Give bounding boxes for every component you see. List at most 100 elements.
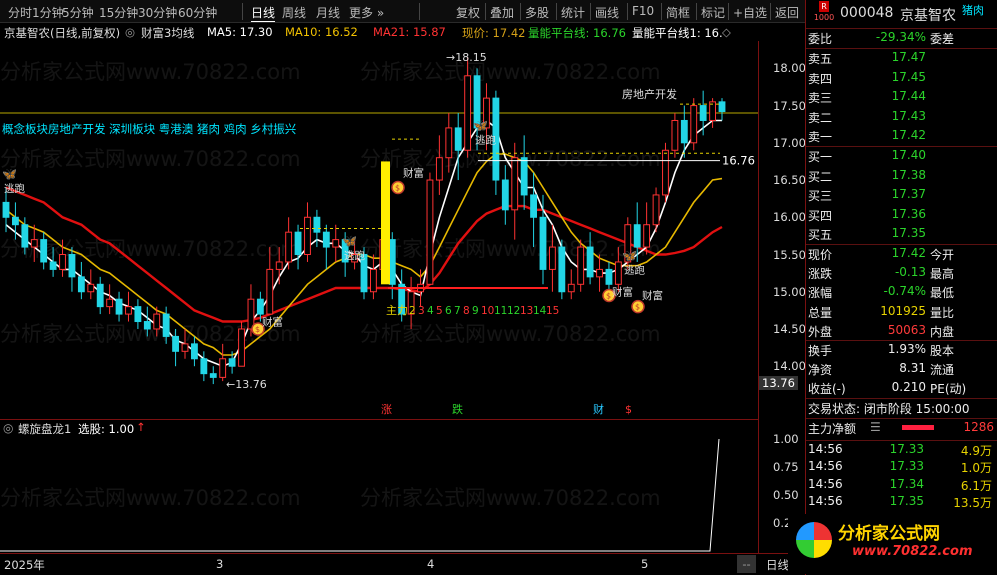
stat-row-cell: 1.93%	[887, 342, 926, 356]
bid-row-cell: 买一	[808, 150, 833, 164]
order-ratio-row[interactable]: 委比 -29.34% 委差	[806, 28, 997, 47]
watermark-text: 分析家公式网www.70822.com	[360, 322, 661, 346]
ask-row[interactable]: 卖二 17.43	[806, 107, 997, 126]
price-tick: 14.50	[773, 321, 806, 336]
period-tab-9[interactable]: 更多 »	[349, 4, 384, 21]
count-label: 6	[445, 305, 452, 317]
period-tab-5[interactable]: 60分钟	[178, 4, 217, 21]
dollar-icon: $	[395, 183, 400, 192]
toolbar-separator	[520, 3, 521, 20]
candle-body	[304, 216, 311, 256]
toolbar-button-3[interactable]: 统计	[561, 4, 585, 21]
candle-body	[238, 328, 245, 367]
candle-body	[586, 246, 594, 278]
x-label-march: 3	[216, 557, 224, 571]
bid-row[interactable]: 买三 17.37	[806, 185, 997, 204]
toolbar-separator	[419, 3, 420, 20]
bid-row[interactable]: 买四 17.36	[806, 205, 997, 224]
count-label: 3	[418, 305, 425, 317]
candle-body	[530, 194, 537, 218]
tick-row[interactable]: 14:56 17.33 1.0万	[806, 457, 997, 476]
stat-row[interactable]: 换手 1.93% 股本	[806, 340, 997, 359]
tick-row-cell: 14:56	[808, 459, 843, 474]
period-tab-4[interactable]: 30分钟	[138, 4, 177, 21]
toolbar-button-0[interactable]: 复权	[456, 4, 480, 21]
sector-tag[interactable]: 猪肉	[962, 2, 984, 18]
toolbar-button-5[interactable]: F10	[632, 4, 654, 18]
period-tab-0[interactable]: 分时	[8, 4, 32, 21]
price-tick: 16.00	[773, 210, 806, 225]
stat-row[interactable]: 总量 101925 量比	[806, 302, 997, 321]
count-label: 10	[481, 305, 494, 317]
stock-title[interactable]: 京基智农(日线,前复权)	[4, 25, 120, 41]
candle-body	[501, 179, 509, 211]
bid-row[interactable]: 买一 17.40	[806, 146, 997, 165]
stat-row[interactable]: 现价 17.42 今开	[806, 244, 997, 263]
period-tab-7[interactable]: 周线	[282, 4, 306, 21]
dollar-icon: $	[255, 325, 260, 334]
period-tab-2[interactable]: 5分钟	[62, 4, 94, 21]
period-tab-1[interactable]: 1分钟	[32, 4, 64, 21]
toolbar-button-8[interactable]: +自选	[733, 4, 767, 21]
stat-row[interactable]: 涨幅 -0.74% 最低	[806, 282, 997, 301]
list-icon[interactable]: ☰	[870, 420, 881, 434]
bid-row-cell: 买四	[808, 208, 833, 223]
toolbar-button-4[interactable]: 画线	[595, 4, 619, 21]
price-tick: 14.00	[773, 359, 806, 374]
candlestick-chart[interactable]: 分析家公式网www.70822.com 分析家公式网www.70822.com 分析…	[0, 41, 758, 419]
candle-body	[426, 179, 434, 285]
period-tab-8[interactable]: 月线	[316, 4, 340, 21]
candle-body	[275, 261, 283, 270]
count-label: 4	[427, 305, 434, 317]
period-tab-3[interactable]: 15分钟	[99, 4, 138, 21]
lower-tick: 0.75	[773, 460, 799, 474]
stat-row[interactable]: 外盘 50063 内盘	[806, 321, 997, 340]
indicator-name[interactable]: 财富3均线	[141, 25, 194, 41]
tick-row[interactable]: 14:56 17.34 6.1万	[806, 475, 997, 494]
ask-row[interactable]: 卖五 17.47	[806, 48, 997, 67]
bid-row[interactable]: 买五 17.35	[806, 224, 997, 243]
stock-code: 000048	[840, 5, 894, 21]
ask-row[interactable]: 卖四 17.45	[806, 68, 997, 87]
toolbar-separator	[485, 3, 486, 20]
stat-row-cell: 内盘	[930, 324, 955, 339]
settings-icon[interactable]: ◎	[3, 421, 13, 435]
ask-row-cell: 17.43	[891, 108, 926, 123]
price-tick: 17.50	[773, 98, 806, 113]
fall-mark: 跌	[452, 402, 463, 416]
candle-body	[153, 313, 161, 330]
candle-body	[172, 335, 179, 352]
candle-body	[40, 239, 48, 263]
ask-row[interactable]: 卖一 17.42	[806, 126, 997, 145]
stat-row[interactable]: 涨跌 -0.13 最高	[806, 263, 997, 282]
toolbar-button-7[interactable]: 标记	[701, 4, 725, 21]
bid-row[interactable]: 买二 17.38	[806, 166, 997, 185]
netflow-row[interactable]: 主力净额 ☰ 1286	[806, 418, 997, 437]
tick-row[interactable]: 14:56 17.33 4.9万	[806, 440, 997, 459]
toolbar-button-1[interactable]: 叠加	[490, 4, 514, 21]
period-tab-6[interactable]: 日线	[251, 4, 276, 22]
toolbar-button-6[interactable]: 简框	[666, 4, 690, 21]
stat-row[interactable]: 收益(-) 0.210 PE(动)	[806, 378, 997, 397]
settings-icon[interactable]: ◎	[125, 25, 135, 39]
count-label: 14	[533, 305, 547, 317]
period-corner-label[interactable]: 日线	[766, 557, 789, 573]
price-tick: 18.00	[773, 61, 806, 76]
candle-body	[30, 239, 38, 248]
trade-state-row[interactable]: 交易状态: 闭市阶段 15:00:00	[806, 398, 997, 417]
toolbar-button-2[interactable]: 多股	[525, 4, 549, 21]
diamond-icon[interactable]: ◇	[722, 25, 731, 39]
stat-row-cell: 总量	[808, 305, 833, 320]
bid-row-cell: 买二	[808, 169, 833, 184]
stat-row-cell: 17.42	[891, 246, 926, 260]
tick-row-cell: 14:56	[808, 476, 843, 491]
scroll-left-button[interactable]: --	[737, 555, 756, 573]
toolbar-button-9[interactable]: 返回	[775, 4, 799, 21]
lower-indicator-chart[interactable]: 分析家公式网www.70822.com 分析家公式网www.70822.com	[0, 435, 758, 553]
butterfly-icon: 🦋	[2, 167, 17, 181]
tick-row[interactable]: 14:56 17.35 13.5万	[806, 492, 997, 511]
stat-row[interactable]: 净资 8.31 流通	[806, 359, 997, 378]
bid-row-cell: 17.35	[891, 226, 926, 241]
candle-body	[313, 216, 321, 233]
ask-row[interactable]: 卖三 17.44	[806, 87, 997, 106]
